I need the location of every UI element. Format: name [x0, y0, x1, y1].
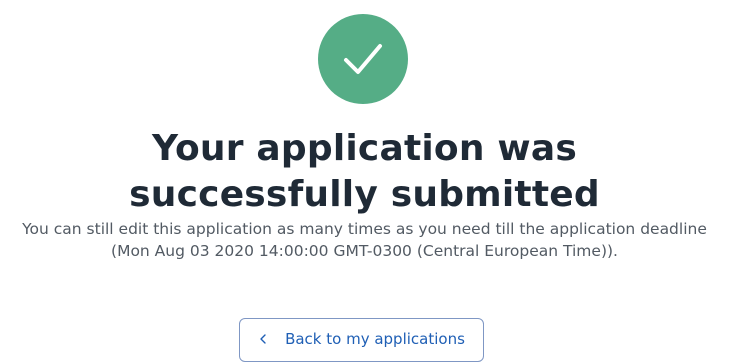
checkmark-icon — [344, 44, 382, 74]
back-to-applications-button[interactable]: Back to my applications — [239, 318, 484, 362]
deadline-message: You can still edit this application as m… — [22, 220, 707, 260]
submission-confirmation-page: Your application was successfully submit… — [0, 0, 729, 362]
page-title: Your application was successfully submit… — [129, 128, 600, 215]
chevron-left-icon — [258, 334, 268, 344]
back-button-label: Back to my applications — [285, 330, 465, 348]
success-badge — [318, 14, 408, 104]
